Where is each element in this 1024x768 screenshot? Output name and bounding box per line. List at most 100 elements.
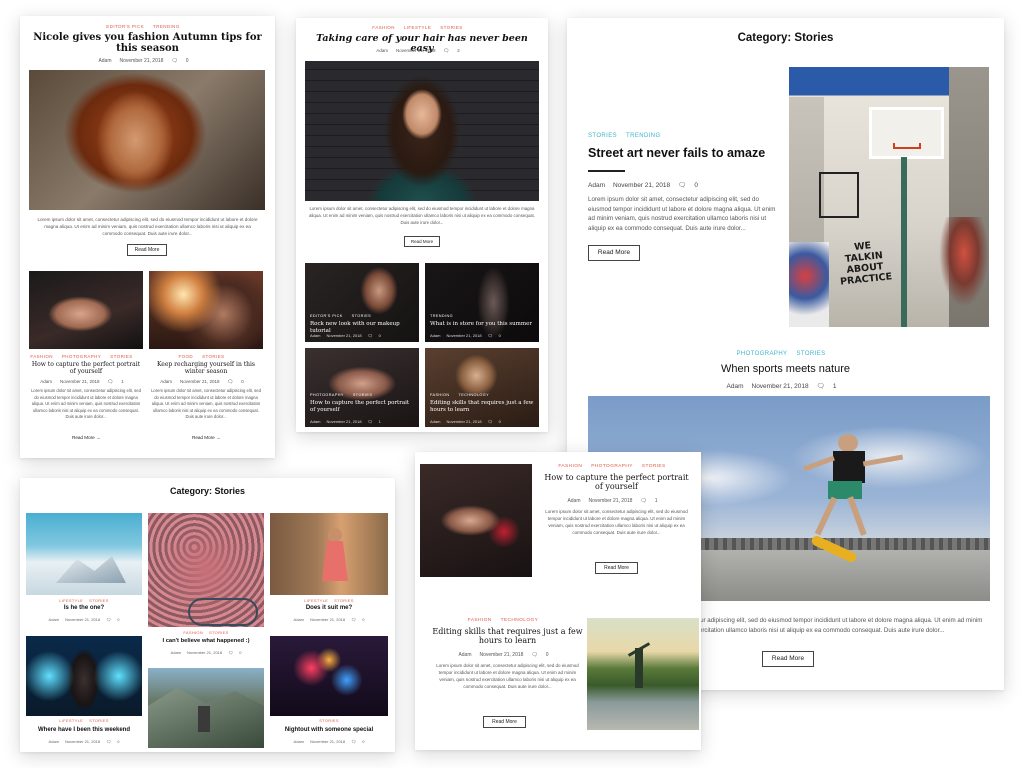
- post-title[interactable]: How to capture the perfect portrait of y…: [29, 361, 143, 375]
- post-image[interactable]: [420, 464, 532, 577]
- category-link[interactable]: Photography: [737, 351, 788, 357]
- read-more-button[interactable]: Read More: [588, 245, 640, 261]
- post-image[interactable]: [26, 636, 142, 716]
- category-link[interactable]: Fashion: [558, 464, 582, 469]
- comment-count[interactable]: 1: [655, 498, 658, 504]
- post-image[interactable]: [148, 668, 264, 748]
- category-link[interactable]: Editor's Pick: [310, 314, 343, 318]
- category-link[interactable]: Photography: [591, 464, 633, 469]
- category-link[interactable]: Lifestyle: [404, 25, 431, 30]
- post-date[interactable]: November 21, 2018: [180, 379, 220, 384]
- post-image[interactable]: [29, 70, 265, 210]
- category-link[interactable]: Photography: [62, 354, 101, 359]
- category-link[interactable]: Trending: [430, 314, 453, 318]
- category-link[interactable]: Stories: [89, 598, 109, 603]
- comment-count[interactable]: 0: [241, 379, 244, 384]
- category-link[interactable]: Stories: [334, 598, 354, 603]
- category-link[interactable]: Stories: [588, 133, 617, 139]
- read-more-button[interactable]: Read More: [483, 716, 526, 728]
- category-link[interactable]: Photography: [310, 393, 344, 397]
- post-title[interactable]: I can't believe what happened :): [148, 638, 264, 644]
- read-more-button[interactable]: Read More: [595, 562, 638, 574]
- comment-count[interactable]: 0: [186, 58, 189, 64]
- post-title[interactable]: Does it suit me?: [270, 605, 388, 611]
- post-author[interactable]: Adam: [458, 652, 471, 658]
- category-link[interactable]: Technology: [501, 618, 539, 623]
- post-tile[interactable]: Trending What is in store for you this s…: [425, 263, 539, 342]
- post-date[interactable]: November 21, 2018: [752, 383, 809, 390]
- post-title[interactable]: Keep recharging yourself in this winter …: [149, 361, 263, 375]
- category-link[interactable]: Fashion: [468, 618, 492, 623]
- post-title[interactable]: How to capture the perfect portrait of y…: [540, 473, 693, 492]
- tile-title[interactable]: How to capture the perfect portrait of y…: [310, 400, 415, 413]
- post-image[interactable]: [305, 61, 539, 201]
- post-author[interactable]: Adam: [588, 182, 605, 189]
- post-image[interactable]: [149, 271, 263, 349]
- post-date[interactable]: November 21, 2018: [60, 379, 100, 384]
- post-tile[interactable]: Fashion Technology Editing skills that re…: [425, 348, 539, 427]
- post-image[interactable]: [148, 513, 264, 627]
- post-title[interactable]: Where have I been this weekend: [26, 727, 142, 733]
- comment-count[interactable]: 0: [694, 182, 698, 189]
- comment-count[interactable]: 2: [457, 48, 460, 53]
- category-link[interactable]: Trending: [626, 133, 661, 139]
- post-date[interactable]: November 21, 2018: [396, 48, 436, 53]
- read-more-link[interactable]: Read More →: [192, 435, 221, 440]
- comment-count[interactable]: 1: [833, 383, 837, 390]
- read-more-button[interactable]: Read More: [762, 651, 814, 667]
- post-date[interactable]: November 21, 2018: [613, 182, 670, 189]
- post-tile[interactable]: Photography Stories How to capture the pe…: [305, 348, 419, 427]
- post-author[interactable]: Adam: [160, 379, 172, 384]
- read-more-button[interactable]: Read More: [404, 236, 440, 247]
- post-image[interactable]: [587, 618, 699, 730]
- category-link[interactable]: Stories: [319, 718, 339, 723]
- post-title[interactable]: Nightout with someone special: [270, 727, 388, 733]
- post-image[interactable]: [270, 513, 388, 595]
- post-date[interactable]: November 21, 2018: [480, 652, 524, 658]
- post-image[interactable]: [29, 271, 143, 349]
- post-author[interactable]: Adam: [98, 58, 111, 64]
- comment-count[interactable]: 1: [121, 379, 124, 384]
- read-more-button[interactable]: Read More: [127, 244, 167, 256]
- comment-count[interactable]: 0: [546, 652, 549, 658]
- category-link[interactable]: Stories: [642, 464, 666, 469]
- category-link[interactable]: Fashion: [183, 630, 203, 635]
- post-title[interactable]: When sports meets nature: [567, 363, 1004, 376]
- category-link[interactable]: Lifestyle: [304, 598, 328, 603]
- category-link[interactable]: Stories: [352, 314, 371, 318]
- category-link[interactable]: Stories: [202, 354, 224, 359]
- tile-title[interactable]: Editing skills that requires just a few …: [430, 400, 535, 413]
- read-more-link[interactable]: Read More →: [72, 435, 101, 440]
- category-link[interactable]: Stories: [89, 718, 109, 723]
- category-link[interactable]: Fashion: [30, 354, 53, 359]
- tile-title[interactable]: What is in store for you this summer: [430, 321, 535, 328]
- category-link[interactable]: Trending: [153, 24, 180, 29]
- post-title[interactable]: Is he the one?: [26, 605, 142, 611]
- category-link[interactable]: Editor's Pick: [106, 24, 144, 29]
- category-link[interactable]: Fashion: [430, 393, 449, 397]
- post-author[interactable]: Adam: [727, 383, 744, 390]
- post-image[interactable]: [270, 636, 388, 716]
- post-title[interactable]: Editing skills that requires just a few …: [430, 627, 585, 646]
- post-tile[interactable]: Editor's Pick Stories Rock new look with …: [305, 263, 419, 342]
- post-image[interactable]: WE TALKIN ABOUT PRACTICE: [789, 67, 989, 327]
- category-link[interactable]: Food: [178, 354, 193, 359]
- category-link[interactable]: Technology: [458, 393, 489, 397]
- post-author[interactable]: Adam: [40, 379, 52, 384]
- category-link[interactable]: Lifestyle: [59, 718, 83, 723]
- category-link[interactable]: Stories: [110, 354, 132, 359]
- category-link[interactable]: Stories: [209, 630, 229, 635]
- post-date[interactable]: November 21, 2018: [120, 58, 164, 64]
- post-author[interactable]: Adam: [376, 48, 388, 53]
- category-link[interactable]: Fashion: [372, 25, 395, 30]
- post-title[interactable]: Nicole gives you fashion Autumn tips for…: [32, 32, 263, 54]
- category-link[interactable]: Stories: [796, 351, 825, 357]
- category-link[interactable]: Stories: [440, 25, 462, 30]
- post-date[interactable]: November 21, 2018: [589, 498, 633, 504]
- category-link[interactable]: Lifestyle: [59, 598, 83, 603]
- category-link[interactable]: Stories: [353, 393, 372, 397]
- arrow-right-icon: →: [216, 435, 221, 440]
- post-title[interactable]: Street art never fails to amaze: [588, 146, 783, 160]
- post-author[interactable]: Adam: [567, 498, 580, 504]
- post-image[interactable]: [26, 513, 142, 595]
